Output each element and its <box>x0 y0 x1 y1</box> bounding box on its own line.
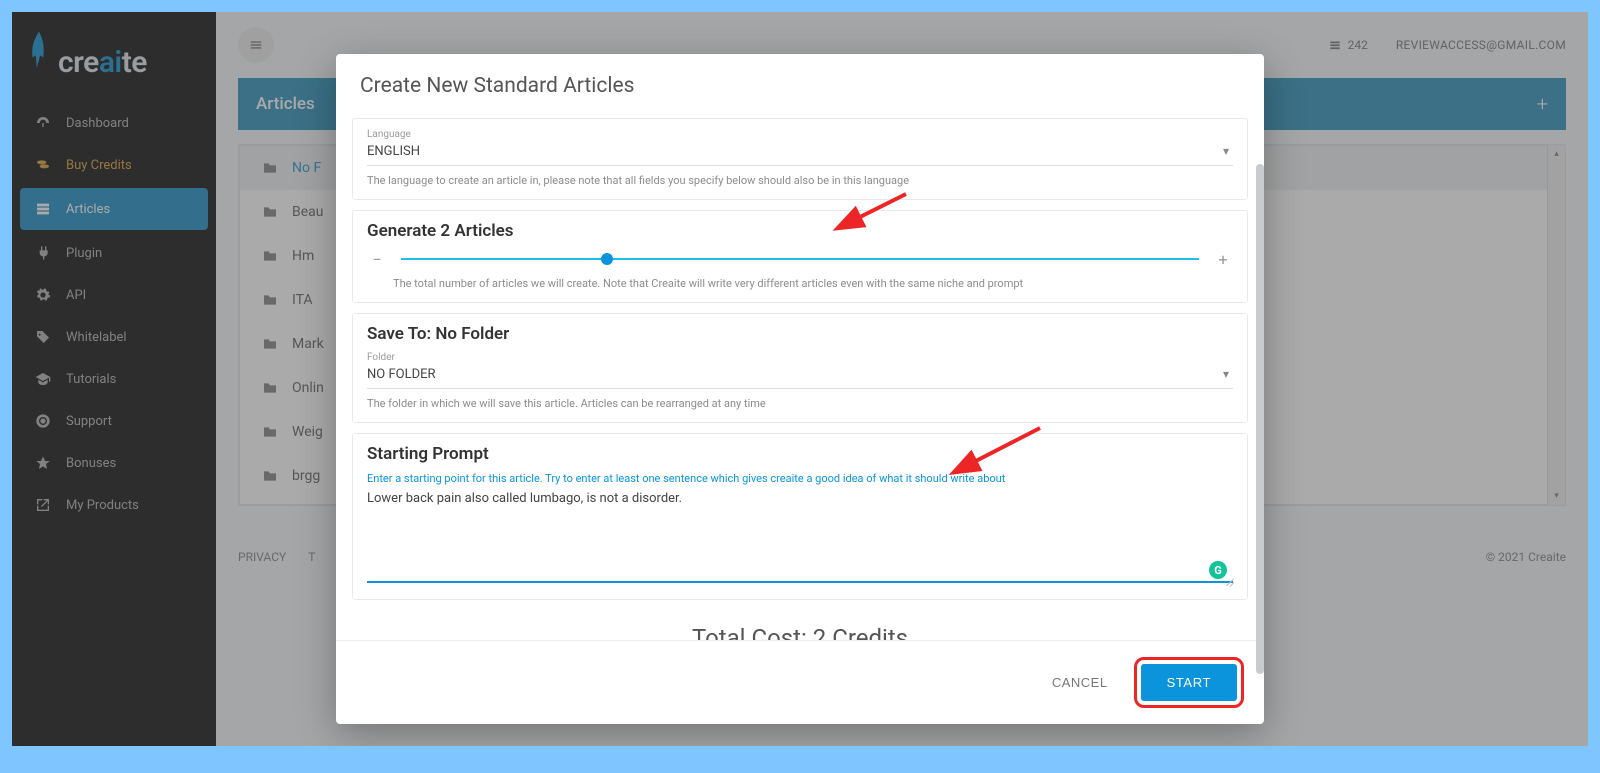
app-frame: creaite DashboardBuy CreditsArticlesPlug… <box>12 12 1588 746</box>
cancel-button[interactable]: CANCEL <box>1044 665 1116 700</box>
slider-minus-button[interactable]: − <box>367 249 387 269</box>
slider-plus-button[interactable]: + <box>1213 249 1233 269</box>
start-button-highlight: START <box>1134 657 1244 708</box>
prompt-section: Starting Prompt Enter a starting point f… <box>352 433 1248 600</box>
article-count-slider: − + <box>367 249 1233 269</box>
language-section: Language ENGLISH The language to create … <box>352 118 1248 200</box>
generate-title: Generate 2 Articles <box>367 221 1233 241</box>
resize-handle[interactable] <box>1225 575 1235 585</box>
slider-thumb[interactable] <box>601 253 613 265</box>
generate-help: The total number of articles we will cre… <box>393 277 1233 290</box>
save-to-section: Save To: No Folder Folder NO FOLDER The … <box>352 313 1248 423</box>
language-select[interactable]: ENGLISH <box>367 140 1233 166</box>
modal-scroll-thumb[interactable] <box>1256 164 1264 674</box>
prompt-textarea[interactable] <box>367 487 1233 583</box>
create-articles-modal: Create New Standard Articles Language EN… <box>336 54 1264 724</box>
folder-label: Folder <box>367 352 1233 363</box>
prompt-title: Starting Prompt <box>367 444 1233 464</box>
language-help: The language to create an article in, pl… <box>367 174 1233 187</box>
save-to-title: Save To: No Folder <box>367 324 1233 344</box>
start-button[interactable]: START <box>1141 664 1237 701</box>
modal-title: Create New Standard Articles <box>336 54 1264 112</box>
modal-scrollbar[interactable] <box>1256 154 1264 694</box>
modal-footer: CANCEL START <box>336 640 1264 724</box>
total-cost: Total Cost: 2 Credits <box>344 610 1256 640</box>
slider-track[interactable] <box>401 258 1199 260</box>
folder-select[interactable]: NO FOLDER <box>367 363 1233 389</box>
language-label: Language <box>367 129 1233 140</box>
prompt-hint: Enter a starting point for this article.… <box>367 472 1233 485</box>
modal-body: Language ENGLISH The language to create … <box>336 112 1264 640</box>
generate-section: Generate 2 Articles − + The total number… <box>352 210 1248 303</box>
folder-help: The folder in which we will save this ar… <box>367 397 1233 410</box>
modal-overlay: Create New Standard Articles Language EN… <box>12 12 1588 746</box>
